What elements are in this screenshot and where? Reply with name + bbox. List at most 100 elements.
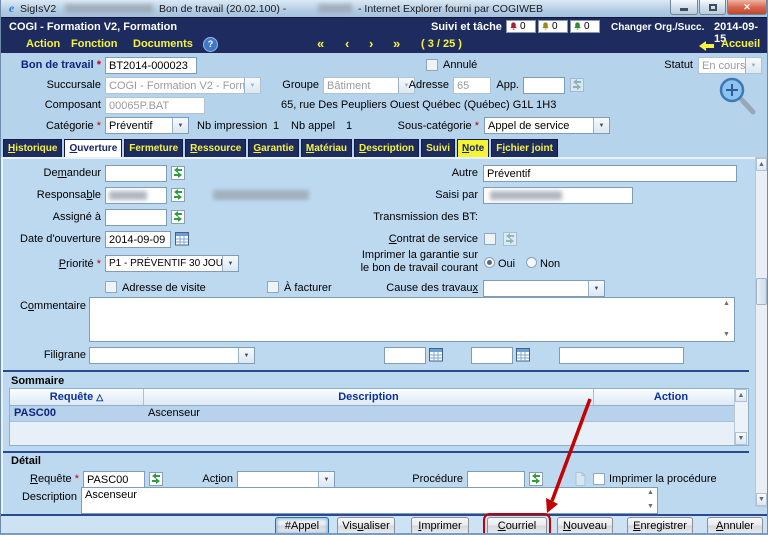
adresse-visite-checkbox[interactable] — [105, 281, 117, 293]
lookup-icon[interactable] — [171, 188, 185, 202]
menu-fonction[interactable]: Fonction — [71, 38, 117, 50]
scroll-down-button[interactable] — [735, 432, 747, 445]
garantie-oui-radio[interactable] — [484, 257, 495, 268]
tab-garantie[interactable]: Garantie — [248, 139, 299, 157]
home-link[interactable]: Accueil — [721, 38, 760, 50]
lookup-icon[interactable] — [171, 210, 185, 224]
nav-prev-button[interactable]: ‹ — [345, 36, 349, 51]
visualiser-button[interactable]: Visualiser — [337, 517, 395, 535]
detail-description-textarea[interactable]: Ascenseur — [81, 487, 658, 514]
scroll-up-icon[interactable]: ▲ — [647, 489, 654, 497]
suivi-alert-red[interactable]: 0 — [506, 20, 536, 33]
contrat-service-checkbox[interactable] — [484, 233, 496, 245]
tab-fermeture[interactable]: Fermeture — [124, 139, 183, 157]
courriel-button[interactable]: Courriel — [487, 517, 547, 535]
changer-org-link[interactable]: Changer Org./Succ. — [611, 22, 704, 33]
tab-fichier-joint[interactable]: Fichier joint — [491, 139, 558, 157]
garantie-non-radio[interactable] — [526, 257, 537, 268]
column-header-action[interactable]: Action — [594, 389, 748, 405]
tab-materiau[interactable]: Matériau — [301, 139, 352, 157]
tab-note[interactable]: Note — [457, 139, 489, 157]
dropdown-arrow-icon[interactable] — [238, 348, 254, 363]
scroll-up-button[interactable] — [735, 389, 747, 402]
dropdown-arrow-icon[interactable] — [172, 118, 188, 133]
date-debut-input[interactable] — [384, 347, 426, 364]
dropdown-arrow-icon[interactable] — [222, 256, 238, 271]
menu-action[interactable]: Action — [26, 38, 60, 50]
imprimer-procedure-checkbox[interactable] — [593, 473, 605, 485]
suivi-alert-yellow[interactable]: 0 — [538, 20, 568, 33]
detail-requete-input[interactable]: PASC00 — [83, 471, 145, 488]
procedure-input[interactable] — [467, 471, 525, 488]
calendar-icon[interactable] — [175, 232, 189, 246]
tab-ressource[interactable]: Ressource — [185, 139, 246, 157]
scroll-up-button[interactable] — [756, 158, 767, 171]
filigrane-extra-input[interactable] — [559, 347, 684, 364]
detail-action-select[interactable] — [237, 471, 335, 488]
menu-documents[interactable]: Documents — [133, 38, 193, 50]
app-input[interactable] — [523, 77, 565, 94]
help-icon[interactable]: ? — [203, 37, 218, 52]
table-scrollbar[interactable] — [734, 389, 748, 445]
scroll-down-icon[interactable]: ▼ — [723, 331, 730, 339]
adresse-visite-label: Adresse de visite — [122, 282, 206, 294]
categorie-select[interactable]: Préventif — [105, 117, 189, 134]
lookup-icon[interactable] — [570, 78, 584, 92]
calendar-icon[interactable] — [516, 348, 530, 362]
lookup-icon[interactable] — [171, 166, 185, 180]
lookup-icon[interactable] — [149, 472, 163, 486]
minimize-button[interactable] — [670, 0, 698, 15]
succursale-select[interactable]: COGI - Formation V2 - Formation — [105, 77, 261, 94]
tab-ouverture[interactable]: Ouverture — [64, 139, 122, 157]
date-fin-input[interactable] — [471, 347, 513, 364]
lookup-icon[interactable] — [503, 232, 517, 246]
scrollbar-thumb[interactable] — [756, 278, 767, 305]
responsable-input[interactable] — [105, 187, 167, 204]
imprimer-button[interactable]: Imprimer — [411, 517, 469, 535]
scroll-down-button[interactable] — [756, 493, 767, 506]
tab-suivi[interactable]: Suivi — [421, 139, 455, 157]
main-scrollbar[interactable] — [755, 157, 768, 507]
bon-de-travail-input[interactable]: BT2014-000023 — [105, 57, 197, 74]
assigne-a-input[interactable] — [105, 209, 167, 226]
demandeur-input[interactable] — [105, 165, 167, 182]
composant-input[interactable]: 00065P.BAT — [105, 97, 205, 114]
column-header-description[interactable]: Description — [144, 389, 594, 405]
nav-next-button[interactable]: › — [369, 36, 373, 51]
commentaire-textarea[interactable] — [89, 297, 735, 342]
nouveau-button[interactable]: Nouveau — [557, 517, 613, 535]
priorite-select[interactable]: P1 - PRÉVENTIF 30 JOURS — [105, 255, 239, 272]
appel-button[interactable]: #Appel — [275, 517, 329, 535]
back-arrow-icon[interactable] — [699, 41, 714, 51]
redacted-text — [109, 191, 147, 200]
column-header-requete[interactable]: Requête △ — [10, 389, 144, 405]
annule-checkbox[interactable] — [426, 59, 438, 71]
table-row[interactable]: PASC00 Ascenseur — [10, 406, 748, 422]
enregistrer-button[interactable]: Enregistrer — [627, 517, 693, 535]
sous-categorie-select[interactable]: Appel de service — [484, 117, 610, 134]
a-facturer-checkbox[interactable] — [267, 281, 279, 293]
date-ouverture-input[interactable]: 2014-09-09 — [105, 231, 171, 248]
dropdown-arrow-icon[interactable] — [593, 118, 609, 133]
tab-historique[interactable]: Historique — [3, 139, 62, 157]
autre-input[interactable]: Préventif — [483, 165, 737, 182]
lookup-icon[interactable] — [529, 472, 543, 486]
filigrane-select[interactable] — [89, 347, 255, 364]
saisi-par-input[interactable] — [483, 187, 633, 204]
dropdown-arrow-icon[interactable] — [318, 472, 334, 487]
nav-first-button[interactable]: « — [317, 36, 324, 51]
cause-travaux-select[interactable] — [483, 280, 605, 297]
scroll-down-icon[interactable]: ▼ — [647, 503, 654, 511]
nav-last-button[interactable]: » — [393, 36, 400, 51]
maximize-button[interactable] — [699, 0, 726, 15]
scroll-up-icon[interactable]: ▲ — [723, 300, 730, 308]
statut-select[interactable]: En cours — [698, 57, 762, 74]
calendar-icon[interactable] — [429, 348, 443, 362]
dropdown-arrow-icon[interactable] — [745, 58, 761, 73]
dropdown-arrow-icon[interactable] — [588, 281, 604, 296]
tab-description[interactable]: Description — [354, 139, 419, 157]
zoom-magnifier-icon[interactable] — [717, 75, 759, 117]
close-button[interactable]: ✕ — [727, 0, 767, 15]
suivi-alert-green[interactable]: 0 — [570, 20, 600, 33]
annuler-button[interactable]: Annuler — [707, 517, 763, 535]
